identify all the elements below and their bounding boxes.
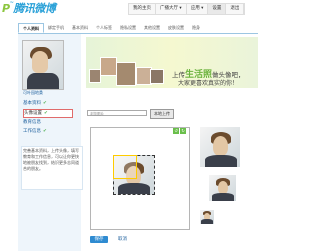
sidebar-item-label: 头像设置: [24, 111, 42, 116]
crop-toolbar: ↺ ↻: [173, 128, 186, 134]
sidebar-item-label: 工作信息: [23, 129, 41, 134]
avatar[interactable]: [22, 40, 64, 90]
top-navigation: 我的主页 广播大厅 ▾ 应用 ▾ 设置 退出: [128, 3, 246, 15]
nav-home[interactable]: 我的主页: [129, 4, 156, 14]
cancel-link[interactable]: 取消: [118, 236, 127, 243]
nav-logout[interactable]: 退出: [226, 4, 245, 14]
tab-personal-tags[interactable]: 个人标签: [92, 23, 116, 33]
local-upload-button[interactable]: 本地上传: [150, 109, 174, 119]
save-button[interactable]: 保存: [90, 236, 108, 243]
tab-bind-phone[interactable]: 绑定手机: [44, 23, 68, 33]
banner-photo: [100, 57, 117, 76]
tab-privacy[interactable]: 隐私设置: [116, 23, 140, 33]
username-link[interactable]: 可叶园地桑: [23, 90, 43, 96]
check-icon: ✔: [44, 111, 48, 116]
site-logo[interactable]: P~腾讯微博: [2, 0, 56, 16]
nav-apps[interactable]: 应用 ▾: [187, 4, 209, 14]
banner-photo: [116, 62, 136, 86]
file-path-input[interactable]: 浏览图片: [87, 110, 147, 116]
rotate-right-icon[interactable]: ↻: [180, 128, 186, 134]
check-icon: ✔: [43, 101, 47, 106]
tab-profile[interactable]: 个人资料: [18, 23, 44, 33]
avatar-preview-large: [200, 127, 240, 167]
sidebar-item-education[interactable]: 教育信息: [23, 119, 78, 126]
avatar-preview-small: [200, 210, 214, 224]
avatar-preview-medium: [209, 175, 236, 201]
tab-basic-info[interactable]: 基本资料: [68, 23, 92, 33]
check-icon: ✔: [43, 129, 47, 134]
nav-settings[interactable]: 设置: [208, 4, 227, 14]
rotate-left-icon[interactable]: ↺: [173, 128, 179, 134]
sidebar-item-work[interactable]: 工作信息 ✔: [23, 128, 78, 135]
promo-banner: 上传生活照做头像吧， 大家更喜欢真实的你！: [86, 37, 258, 88]
sidebar-note: 完善基本资料，上传头像，填写教育和工作信息，可以让你更快地被朋友找到，结识更多志…: [21, 146, 83, 190]
logo-text: 腾讯微博: [13, 2, 56, 15]
crop-selection-handle[interactable]: [113, 155, 137, 179]
sidebar-item-label: 基本资料: [23, 101, 41, 106]
tab-skin[interactable]: 皮肤设置: [164, 23, 188, 33]
tab-other-settings[interactable]: 其他设置: [140, 23, 164, 33]
sidebar-item-basic-info[interactable]: 基本资料 ✔: [23, 100, 78, 107]
sidebar-item-label: 教育信息: [23, 120, 41, 125]
banner-subline: 大家更喜欢真实的你！: [178, 80, 239, 87]
tab-stealth[interactable]: 隐身: [188, 23, 204, 33]
nav-hall[interactable]: 广播大厅 ▾: [156, 4, 187, 14]
settings-tabs: 个人资料 绑定手机 基本资料 个人标签 隐私设置 其他设置 皮肤设置 隐身: [18, 23, 258, 34]
sidebar-item-avatar-settings[interactable]: 头像设置 ✔: [23, 109, 73, 118]
banner-photo: [150, 69, 164, 84]
